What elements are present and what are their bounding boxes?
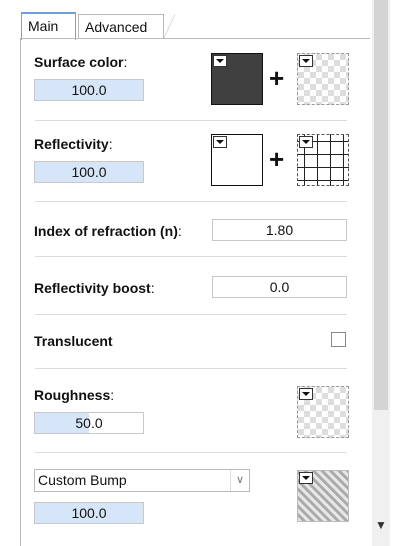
separator xyxy=(35,256,347,257)
reflectivity-boost-input[interactable]: 0.0 xyxy=(212,276,347,298)
reflectivity-boost-label: Reflectivity boost: xyxy=(34,280,155,296)
bump-texture-slot[interactable] xyxy=(297,470,349,522)
dropdown-arrow-icon[interactable] xyxy=(299,136,313,148)
surface-color-label: Surface color: xyxy=(34,54,127,70)
roughness-value[interactable]: 50.0 xyxy=(34,412,144,434)
surface-color-texture-slot[interactable] xyxy=(297,53,349,105)
plus-icon: + xyxy=(269,144,285,174)
surface-color-label-text: Surface color xyxy=(34,54,124,70)
bump-type-select[interactable]: Custom Bump ∨ xyxy=(34,469,250,492)
dropdown-arrow-icon[interactable] xyxy=(299,55,313,67)
reflectivity-swatch[interactable] xyxy=(211,134,263,186)
reflectivity-boost-label-text: Reflectivity boost xyxy=(34,280,151,296)
roughness-colon: : xyxy=(110,387,115,403)
tab-main[interactable]: Main xyxy=(21,12,76,40)
scroll-down-icon[interactable]: ▼ xyxy=(372,516,390,534)
separator xyxy=(35,368,347,369)
roughness-label-text: Roughness xyxy=(34,387,111,403)
reflectivity-value-text: 100.0 xyxy=(71,164,107,180)
reflectivity-texture-slot[interactable] xyxy=(297,134,349,186)
scroll-thumb[interactable] xyxy=(374,0,388,410)
bump-value[interactable]: 100.0 xyxy=(34,502,144,524)
separator xyxy=(35,201,347,202)
separator xyxy=(35,120,347,121)
bump-value-text: 100.0 xyxy=(71,505,107,521)
chevron-down-icon[interactable]: ∨ xyxy=(230,470,249,491)
translucent-checkbox[interactable] xyxy=(331,332,346,347)
translucent-label: Translucent xyxy=(34,333,113,349)
surface-color-colon: : xyxy=(123,54,128,70)
reflectivity-label: Reflectivity: xyxy=(34,136,113,152)
ior-label-text: Index of refraction (n) xyxy=(34,223,178,239)
dropdown-arrow-icon[interactable] xyxy=(299,472,313,484)
reflectivity-label-text: Reflectivity xyxy=(34,136,109,152)
reflectivity-boost-colon: : xyxy=(150,280,155,296)
roughness-texture-slot[interactable] xyxy=(297,386,349,438)
separator xyxy=(35,452,347,453)
reflectivity-colon: : xyxy=(108,136,113,152)
dropdown-arrow-icon[interactable] xyxy=(213,136,227,148)
surface-color-swatch[interactable] xyxy=(211,53,263,105)
surface-color-value[interactable]: 100.0 xyxy=(34,79,144,101)
separator xyxy=(35,314,347,315)
reflectivity-value[interactable]: 100.0 xyxy=(34,161,144,183)
ior-colon: : xyxy=(177,223,182,239)
dropdown-arrow-icon[interactable] xyxy=(213,55,227,67)
plus-icon: + xyxy=(269,63,285,93)
surface-color-value-text: 100.0 xyxy=(71,82,107,98)
dropdown-arrow-icon[interactable] xyxy=(299,388,313,400)
roughness-value-text: 50.0 xyxy=(75,415,103,431)
ior-input[interactable]: 1.80 xyxy=(212,219,347,241)
vertical-scrollbar[interactable]: ▼ xyxy=(372,0,390,546)
tab-advanced[interactable]: Advanced xyxy=(78,14,175,39)
bump-type-selected: Custom Bump xyxy=(38,472,127,488)
roughness-label: Roughness: xyxy=(34,387,114,403)
ior-label: Index of refraction (n): xyxy=(34,223,182,239)
